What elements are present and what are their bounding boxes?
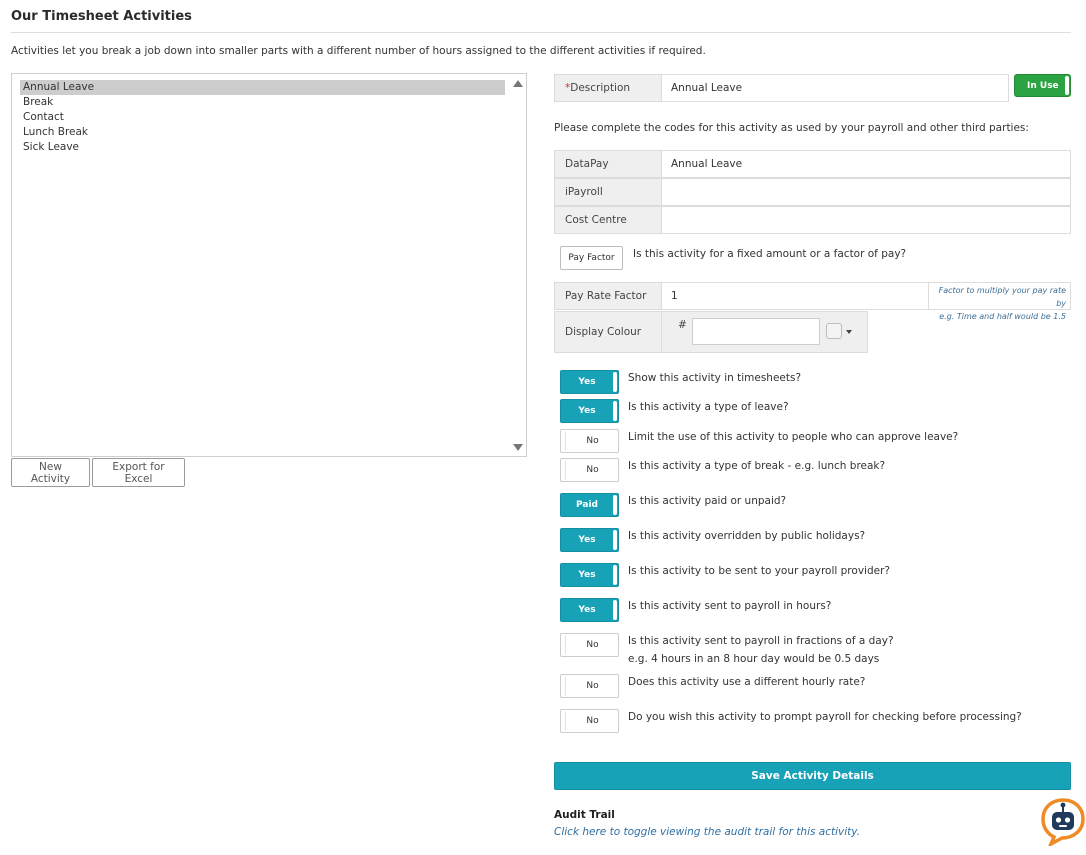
cost-centre-label: Cost Centre bbox=[554, 206, 662, 234]
toggle-state: Yes bbox=[578, 570, 596, 580]
new-activity-button[interactable]: New Activity bbox=[11, 458, 90, 487]
toggle-knob bbox=[613, 565, 617, 585]
chatbot-icon[interactable] bbox=[1040, 796, 1086, 846]
list-item[interactable]: Sick Leave bbox=[20, 140, 505, 155]
page-intro: Activities let you break a job down into… bbox=[11, 45, 706, 57]
question-send-to-payroll: Is this activity to be sent to your payr… bbox=[628, 565, 890, 577]
scroll-up-arrow-icon[interactable] bbox=[513, 80, 523, 87]
toggle-prompt-checking[interactable]: No bbox=[560, 709, 619, 733]
datapay-input[interactable]: Annual Leave bbox=[662, 150, 1071, 178]
code-row-ipayroll: iPayroll bbox=[554, 178, 1071, 206]
toggle-public-holidays[interactable]: Yes bbox=[560, 528, 619, 552]
pay-rate-factor-hint: Factor to multiply your pay rate by e.g.… bbox=[929, 282, 1071, 321]
hint-line-1: Factor to multiply your pay rate by bbox=[938, 286, 1066, 308]
in-use-label: In Use bbox=[1027, 80, 1059, 91]
description-label: * Description bbox=[554, 74, 662, 102]
description-input[interactable]: Annual Leave bbox=[662, 74, 1009, 102]
toggle-knob bbox=[613, 530, 617, 550]
codes-note: Please complete the codes for this activ… bbox=[554, 122, 1029, 134]
chevron-down-icon[interactable] bbox=[846, 330, 852, 334]
cost-centre-input[interactable] bbox=[662, 206, 1071, 234]
activity-list[interactable]: Annual Leave Break Contact Lunch Break S… bbox=[11, 73, 527, 457]
list-item[interactable]: Break bbox=[20, 95, 505, 110]
pay-rate-factor-row: Pay Rate Factor 1 bbox=[554, 282, 929, 310]
question-show-in-timesheets: Show this activity in timesheets? bbox=[628, 372, 802, 384]
toggle-different-rate[interactable]: No bbox=[560, 674, 619, 698]
toggle-type-of-break[interactable]: No bbox=[560, 458, 619, 482]
question-payroll-in-hours: Is this activity sent to payroll in hour… bbox=[628, 600, 832, 612]
save-activity-button[interactable]: Save Activity Details bbox=[554, 762, 1071, 790]
scroll-down-arrow-icon[interactable] bbox=[513, 444, 523, 451]
display-colour-cell: # bbox=[662, 311, 868, 353]
question-line: Is this activity sent to payroll in frac… bbox=[628, 635, 894, 647]
toggle-show-in-timesheets[interactable]: Yes bbox=[560, 370, 619, 394]
toggle-knob bbox=[613, 495, 617, 515]
toggle-knob bbox=[562, 460, 566, 480]
display-colour-label: Display Colour bbox=[554, 311, 662, 353]
toggle-payroll-in-hours[interactable]: Yes bbox=[560, 598, 619, 622]
description-row: * Description Annual Leave bbox=[554, 74, 1009, 102]
ipayroll-label: iPayroll bbox=[554, 178, 662, 206]
question-public-holidays: Is this activity overridden by public ho… bbox=[628, 530, 866, 542]
datapay-label: DataPay bbox=[554, 150, 662, 178]
toggle-paid[interactable]: Paid bbox=[560, 493, 619, 517]
list-item[interactable]: Annual Leave bbox=[20, 80, 505, 95]
question-type-of-break: Is this activity a type of break - e.g. … bbox=[628, 460, 886, 472]
question-different-rate: Does this activity use a different hourl… bbox=[628, 676, 866, 688]
title-divider bbox=[11, 32, 1071, 33]
hash-prefix: # bbox=[678, 319, 687, 331]
toggle-knob bbox=[613, 600, 617, 620]
code-row-cost-centre: Cost Centre bbox=[554, 206, 1071, 234]
toggle-knob bbox=[613, 372, 617, 392]
toggle-state: No bbox=[586, 465, 599, 475]
toggle-state: No bbox=[586, 640, 599, 650]
pay-rate-factor-label: Pay Rate Factor bbox=[554, 282, 662, 310]
toggle-knob bbox=[562, 431, 566, 451]
question-limit-approvers: Limit the use of this activity to people… bbox=[628, 431, 959, 443]
toggle-state: Yes bbox=[578, 406, 596, 416]
toggle-knob bbox=[1065, 76, 1069, 95]
page-title: Our Timesheet Activities bbox=[11, 9, 192, 24]
export-excel-button[interactable]: Export for Excel bbox=[92, 458, 185, 487]
toggle-knob bbox=[562, 711, 566, 731]
pay-factor-button[interactable]: Pay Factor bbox=[560, 246, 623, 270]
hint-line-2: e.g. Time and half would be 1.5 bbox=[939, 312, 1066, 321]
toggle-state: Paid bbox=[576, 500, 598, 510]
toggle-knob bbox=[562, 676, 566, 696]
toggle-send-to-payroll[interactable]: Yes bbox=[560, 563, 619, 587]
toggle-state: No bbox=[586, 716, 599, 726]
toggle-fractions-of-day[interactable]: No bbox=[560, 633, 619, 657]
toggle-type-of-leave[interactable]: Yes bbox=[560, 399, 619, 423]
toggle-knob bbox=[613, 401, 617, 421]
audit-trail-toggle-link[interactable]: Click here to toggle viewing the audit t… bbox=[554, 826, 860, 838]
colour-hex-input[interactable] bbox=[692, 318, 820, 345]
description-label-text: Description bbox=[570, 82, 631, 94]
toggle-limit-approvers[interactable]: No bbox=[560, 429, 619, 453]
question-type-of-leave: Is this activity a type of leave? bbox=[628, 401, 789, 413]
audit-trail-title: Audit Trail bbox=[554, 809, 615, 821]
toggle-state: No bbox=[586, 681, 599, 691]
list-item[interactable]: Contact bbox=[20, 110, 505, 125]
toggle-state: Yes bbox=[578, 377, 596, 387]
question-prompt-checking: Do you wish this activity to prompt payr… bbox=[628, 711, 1022, 723]
colour-swatch[interactable] bbox=[826, 323, 842, 339]
pay-rate-factor-input[interactable]: 1 bbox=[662, 282, 929, 310]
toggle-knob bbox=[562, 635, 566, 655]
question-paid: Is this activity paid or unpaid? bbox=[628, 495, 787, 507]
toggle-state: No bbox=[586, 436, 599, 446]
list-item[interactable]: Lunch Break bbox=[20, 125, 505, 140]
toggle-state: Yes bbox=[578, 535, 596, 545]
code-row-datapay: DataPay Annual Leave bbox=[554, 150, 1071, 178]
in-use-toggle[interactable]: In Use bbox=[1014, 74, 1071, 97]
toggle-state: Yes bbox=[578, 605, 596, 615]
question-fractions-of-day: Is this activity sent to payroll in frac… bbox=[628, 632, 894, 668]
pay-type-question: Is this activity for a fixed amount or a… bbox=[633, 248, 907, 260]
display-colour-row: Display Colour # bbox=[554, 311, 868, 353]
question-example: e.g. 4 hours in an 8 hour day would be 0… bbox=[628, 653, 880, 665]
ipayroll-input[interactable] bbox=[662, 178, 1071, 206]
